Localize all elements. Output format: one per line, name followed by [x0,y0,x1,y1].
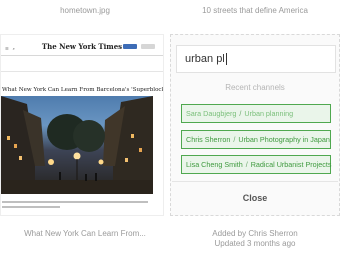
channel-owner: Lisa Cheng Smith [186,160,243,169]
channel-name: Urban planning [244,109,294,118]
article-image-block[interactable]: ☰ ⌕ The New York Times What New York Can… [0,34,164,216]
recent-channels-label: Recent channels [225,83,285,92]
login-button [141,44,155,49]
separator: / [233,135,236,144]
caption-line [2,206,60,208]
divider [1,55,163,56]
separator: / [239,109,242,118]
updated-time-text: Updated 3 months ago [214,239,296,248]
text-caret [225,53,227,65]
article-headline: What New York Can Learn From Barcelona's… [2,87,164,93]
masthead: The New York Times [41,42,123,51]
close-button[interactable]: Close [171,193,339,203]
article-photo [1,96,153,194]
caption-line [2,201,148,203]
channel-owner: Sara Daugbjerg [186,109,237,118]
added-by-text: Added by Chris Sherron [212,229,298,238]
divider [1,71,163,72]
channel-option[interactable]: Lisa Cheng Smith / Radical Urbanist Projec… [181,155,331,174]
block-title-left: hometown.jpg [60,6,110,15]
divider [172,181,338,182]
channel-picker-panel: urban pl Recent channels Sara Daugbjerg /… [170,34,340,216]
channel-name: Urban Photography in Japan [238,135,330,144]
search-input-value: urban pl [185,53,225,65]
channel-option[interactable]: Sara Daugbjerg / Urban planning [181,104,331,123]
block-caption-left: What New York Can Learn From... [24,229,146,238]
separator: / [245,160,248,169]
block-title-right: 10 streets that define America [202,6,308,15]
channel-name: Radical Urbanist Projects [250,160,332,169]
channel-option[interactable]: Chris Sherron / Urban Photography in Japan [181,130,331,149]
channel-owner: Chris Sherron [186,135,231,144]
subscribe-button [123,44,137,49]
channel-search-input[interactable]: urban pl [176,45,336,73]
